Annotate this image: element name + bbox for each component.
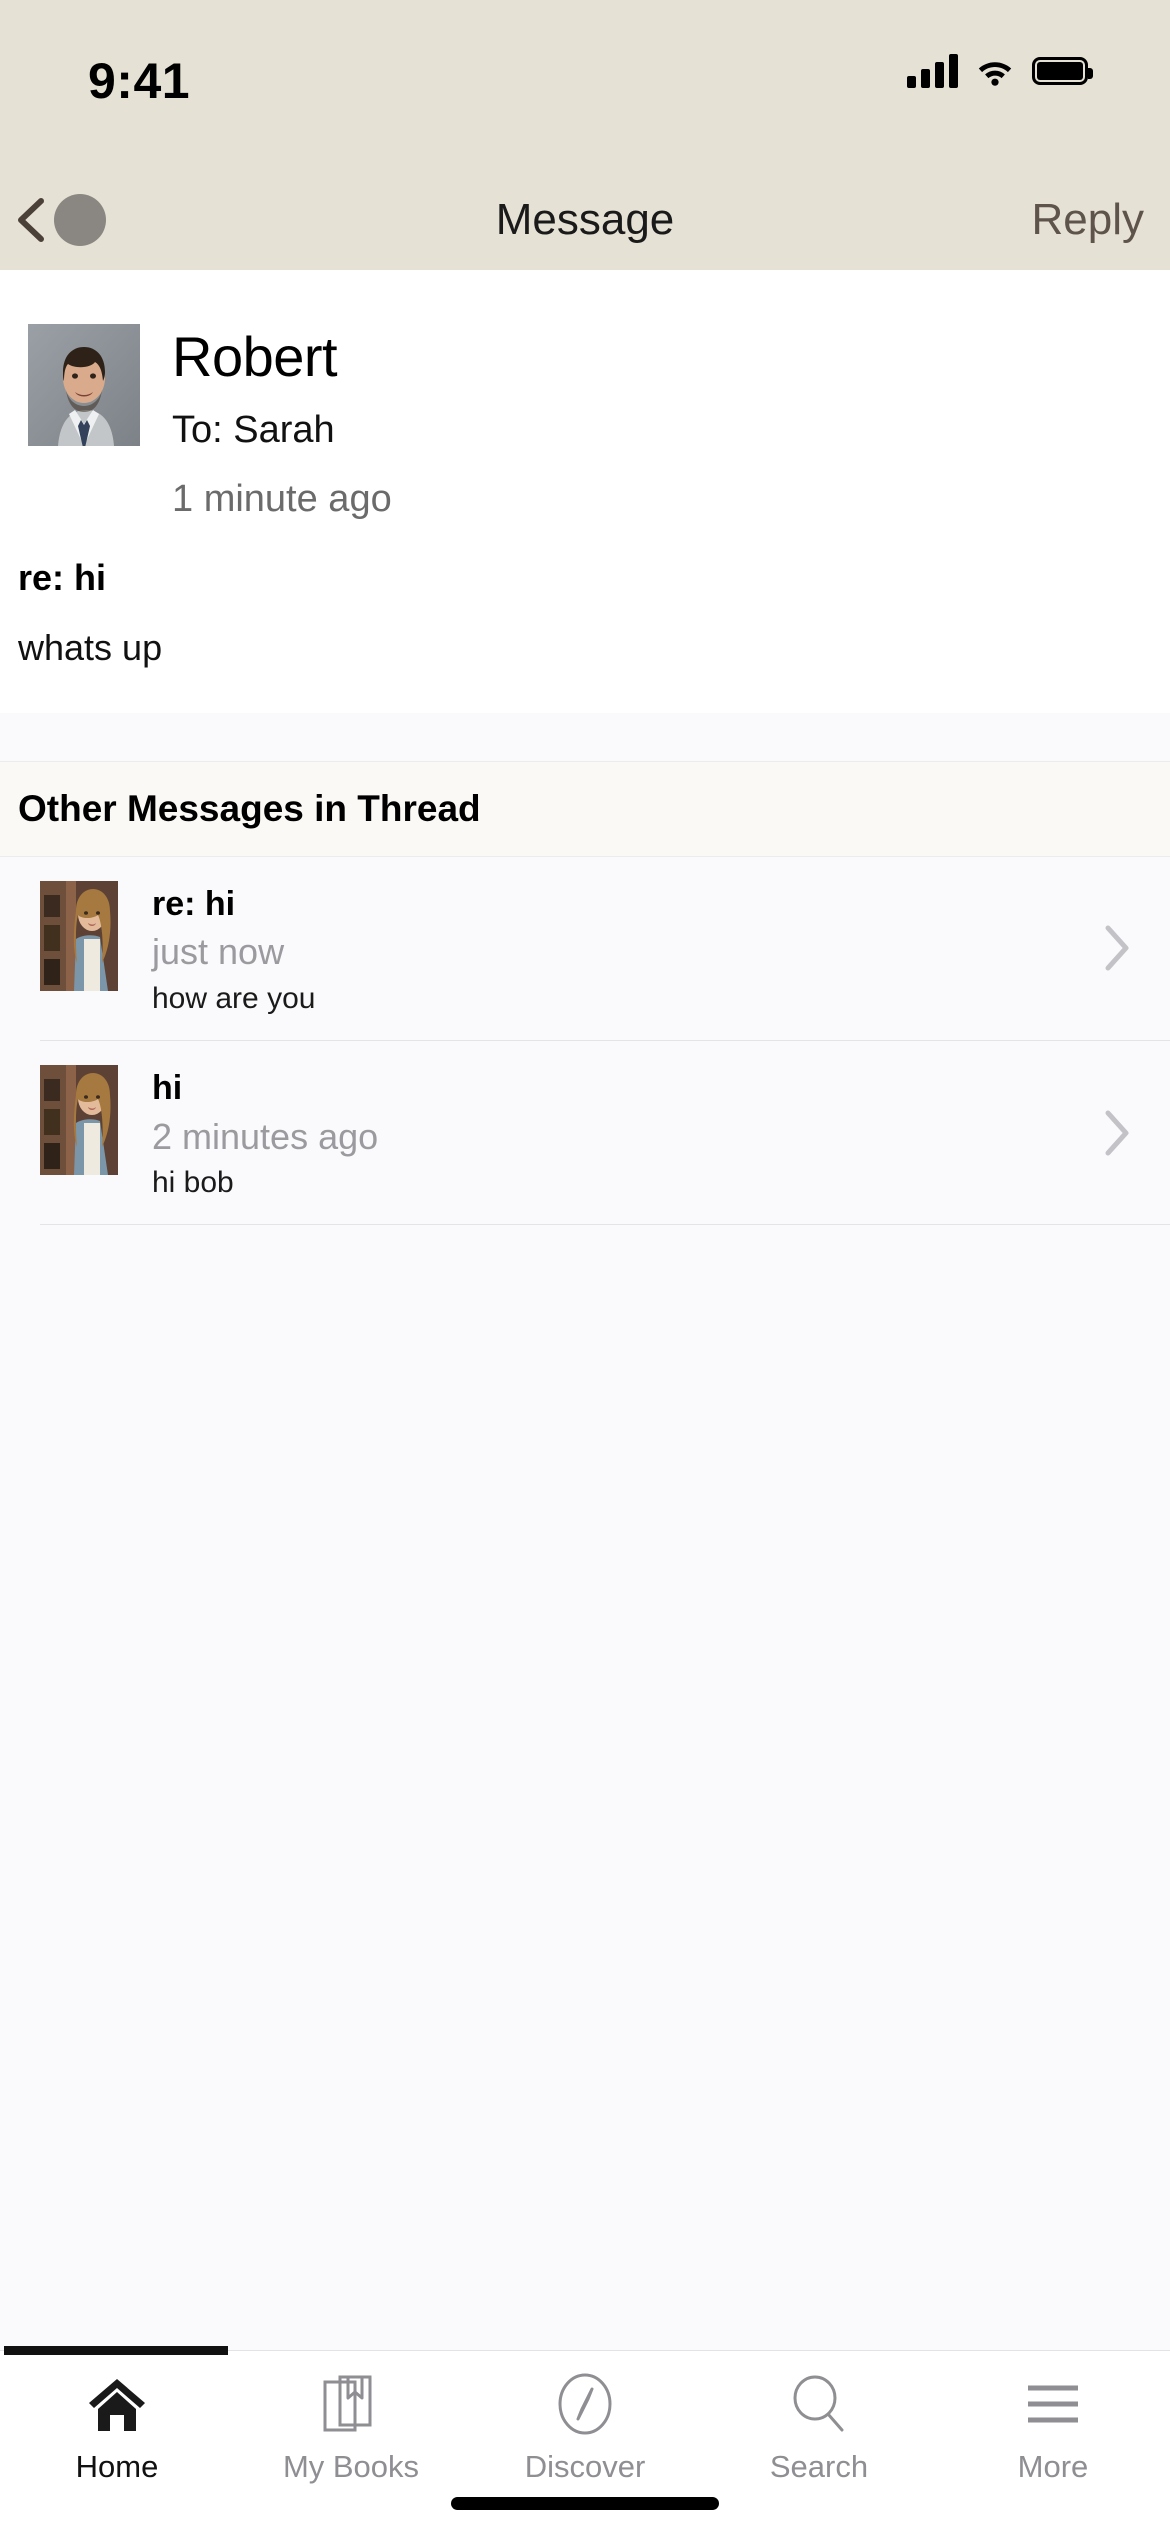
thread-avatar-photo	[40, 1065, 118, 1176]
thread-list: re: hi just now how are you hi 2 minutes…	[0, 856, 1170, 1226]
thread-item-text: hi 2 minutes ago hi bob	[118, 1065, 1104, 1200]
reply-button[interactable]: Reply	[1032, 170, 1145, 270]
sender-avatar-photo	[28, 324, 140, 446]
search-icon	[790, 2373, 848, 2435]
battery-full-icon	[1032, 57, 1093, 85]
tab-home[interactable]: Home	[0, 2351, 234, 2532]
tab-my-books[interactable]: My Books	[234, 2351, 468, 2532]
message-body: whats up	[18, 626, 163, 668]
thread-item-time: 2 minutes ago	[152, 1115, 379, 1157]
home-icon	[86, 2373, 148, 2435]
message-meta: Robert To: Sarah 1 minute ago	[140, 324, 392, 521]
compass-icon	[556, 2373, 614, 2435]
wifi-icon	[978, 62, 1012, 86]
tab-my-books-label: My Books	[282, 2449, 420, 2484]
thread-section-title: Other Messages in Thread	[18, 787, 481, 829]
home-indicator[interactable]	[451, 2497, 719, 2510]
navigation-bar: Message Reply	[0, 170, 1170, 270]
tab-bar: Home My Books Discover Search More	[0, 2346, 1170, 2532]
message-detail: Robert To: Sarah 1 minute ago re: hi wha…	[0, 270, 1170, 713]
thread-avatar-photo	[40, 880, 118, 991]
content-scroll-area[interactable]: Robert To: Sarah 1 minute ago re: hi wha…	[0, 270, 1170, 2350]
tab-home-label: Home	[75, 2449, 159, 2484]
thread-item-title: re: hi	[152, 884, 236, 923]
list-item[interactable]: hi 2 minutes ago hi bob	[0, 1041, 1170, 1224]
status-indicators	[907, 54, 1093, 88]
thread-item-preview: hi bob	[152, 1166, 234, 1200]
thread-section-header: Other Messages in Thread	[0, 760, 1170, 857]
status-time: 9:41	[88, 53, 191, 109]
page-title: Message	[495, 195, 675, 244]
cellular-signal-icon	[907, 54, 958, 88]
tab-search-label: Search	[769, 2449, 869, 2484]
chevron-right-icon	[1105, 1110, 1129, 1156]
thread-item-text: re: hi just now how are you	[118, 881, 1104, 1016]
thread-item-title: hi	[152, 1069, 183, 1108]
message-timestamp: 1 minute ago	[172, 477, 392, 520]
tab-discover-label: Discover	[524, 2449, 646, 2484]
thread-item-preview: how are you	[152, 982, 316, 1016]
message-subject: re: hi	[18, 556, 107, 598]
phone-screen: 9:41 Message Reply Robert To: Sarah 1 mi…	[0, 0, 1170, 2532]
message-header: Robert To: Sarah 1 minute ago	[0, 270, 1170, 521]
list-item[interactable]: re: hi just now how are you	[0, 857, 1170, 1040]
active-tab-indicator	[4, 2346, 228, 2355]
thread-item-time: just now	[152, 931, 285, 973]
list-divider	[40, 1224, 1170, 1226]
status-bar: 9:41	[0, 0, 1170, 170]
tab-more-label: More	[1017, 2449, 1089, 2484]
hamburger-icon	[1024, 2373, 1082, 2435]
tab-more[interactable]: More	[936, 2351, 1170, 2532]
message-recipient: To: Sarah	[172, 408, 335, 451]
tab-search[interactable]: Search	[702, 2351, 936, 2532]
chevron-right-icon	[1105, 925, 1129, 971]
books-icon	[322, 2373, 380, 2435]
message-sender: Robert	[172, 325, 338, 388]
section-spacer	[0, 712, 1170, 761]
